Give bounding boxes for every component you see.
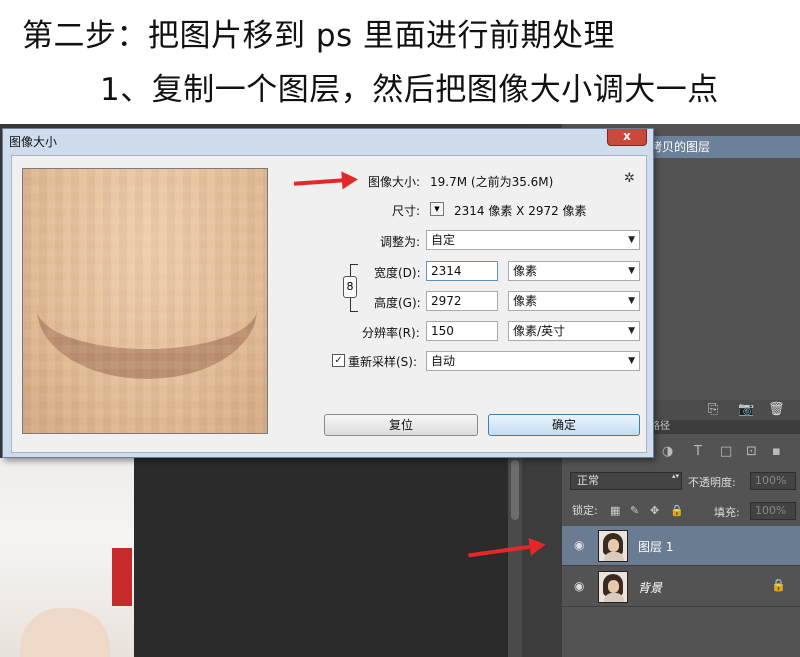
- filter-adjust-icon[interactable]: ◑: [662, 444, 673, 459]
- fill-input[interactable]: 100%: [750, 502, 796, 520]
- lock-move-icon[interactable]: ✥: [650, 504, 659, 517]
- image-preview[interactable]: [22, 168, 268, 434]
- image-size-dialog: 图像大小 x 图像大小: 19.7M (之前为35.6M) ✲ 尺寸: ▼ 23…: [2, 128, 654, 458]
- link-icon[interactable]: 8: [343, 276, 357, 298]
- fill-label: 填充:: [714, 506, 740, 519]
- lock-all-icon[interactable]: 🔒: [670, 504, 684, 517]
- dialog-body: 图像大小: 19.7M (之前为35.6M) ✲ 尺寸: ▼ 2314 像素 X…: [11, 155, 647, 453]
- layer-name: 背景: [638, 581, 663, 595]
- camera-icon[interactable]: 📷: [738, 402, 754, 417]
- lock-transparent-icon[interactable]: ▦: [610, 504, 620, 517]
- filter-type-icon[interactable]: T: [694, 444, 702, 459]
- resolution-unit-select[interactable]: 像素/英寸 ▼: [508, 321, 640, 341]
- resolution-unit-value: 像素/英寸: [513, 324, 566, 338]
- image-size-value: 19.7M (之前为35.6M): [430, 175, 554, 189]
- scrollbar-thumb[interactable]: [511, 460, 519, 520]
- width-input[interactable]: 2314: [426, 261, 498, 281]
- layers-panel: ◑ T □ ⊡ ▪ 正常 不透明度: 100% 锁定: ▦ ✎ ✥ 🔒 填充: …: [562, 434, 800, 657]
- trash-icon[interactable]: 🗑: [768, 402, 785, 417]
- fit-to-select[interactable]: 自定 ▼: [426, 230, 640, 250]
- width-label: 宽度(D):: [374, 266, 421, 280]
- eye-icon[interactable]: ◉: [574, 538, 584, 552]
- new-snapshot-icon[interactable]: ⎘: [708, 402, 718, 417]
- fit-to-value: 自定: [431, 233, 456, 247]
- height-label: 高度(G):: [374, 296, 421, 310]
- constrain-bracket-bottom: [350, 298, 358, 312]
- blend-mode-select[interactable]: 正常: [570, 472, 682, 490]
- layer-thumbnail: [598, 571, 628, 603]
- tutorial-step-subtitle: 1、复制一个图层，然后把图像大小调大一点: [100, 72, 719, 108]
- filter-smart-icon[interactable]: ⊡: [746, 444, 757, 459]
- close-button[interactable]: x: [607, 129, 647, 146]
- dimensions-label: 尺寸:: [392, 204, 421, 218]
- opacity-label: 不透明度:: [688, 476, 736, 489]
- height-unit-value: 像素: [513, 294, 538, 308]
- layer-row-background[interactable]: ◉ 背景 🔒: [562, 567, 800, 607]
- dimensions-value: 2314 像素 X 2972 像素: [454, 204, 587, 218]
- lock-paint-icon[interactable]: ✎: [630, 504, 639, 517]
- height-input[interactable]: 2972: [426, 291, 498, 311]
- layer-row-layer1[interactable]: ◉ 图层 1: [562, 526, 800, 566]
- filter-pixel-icon[interactable]: ▪: [772, 444, 781, 459]
- resample-select[interactable]: 自动 ▼: [426, 351, 640, 371]
- resolution-input[interactable]: 150: [426, 321, 498, 341]
- tutorial-step-title: 第二步：把图片移到 ps 里面进行前期处理: [22, 18, 616, 54]
- height-unit-select[interactable]: 像素 ▼: [508, 291, 640, 311]
- opacity-input[interactable]: 100%: [750, 472, 796, 490]
- filter-shape-icon[interactable]: □: [720, 444, 732, 459]
- canvas-scrollbar[interactable]: [508, 458, 522, 657]
- image-size-label: 图像大小:: [368, 175, 421, 189]
- dialog-title: 图像大小: [9, 135, 58, 149]
- constrain-bracket-top: [350, 264, 358, 276]
- layer-name: 图层 1: [638, 540, 674, 554]
- resample-checkbox[interactable]: ✓: [332, 354, 345, 367]
- resample-value: 自动: [431, 354, 456, 368]
- canvas-pasteboard: [134, 458, 508, 657]
- resample-label: 重新采样(S):: [348, 355, 418, 369]
- photo-skin-detail: [20, 608, 110, 657]
- eye-icon[interactable]: ◉: [574, 579, 584, 593]
- width-unit-value: 像素: [513, 264, 538, 278]
- dimensions-unit-dropdown[interactable]: ▼: [430, 202, 444, 216]
- lock-label: 锁定:: [572, 504, 598, 517]
- resolution-label: 分辨率(R):: [362, 326, 420, 340]
- gear-icon[interactable]: ✲: [624, 171, 635, 186]
- width-unit-select[interactable]: 像素 ▼: [508, 261, 640, 281]
- reset-button[interactable]: 复位: [324, 414, 478, 436]
- fit-to-label: 调整为:: [380, 235, 421, 249]
- photo-red-detail: [112, 548, 132, 606]
- ok-button[interactable]: 确定: [488, 414, 640, 436]
- lock-icon: 🔒: [771, 578, 786, 592]
- document-canvas-photo: [0, 458, 134, 657]
- layer-thumbnail: [598, 530, 628, 562]
